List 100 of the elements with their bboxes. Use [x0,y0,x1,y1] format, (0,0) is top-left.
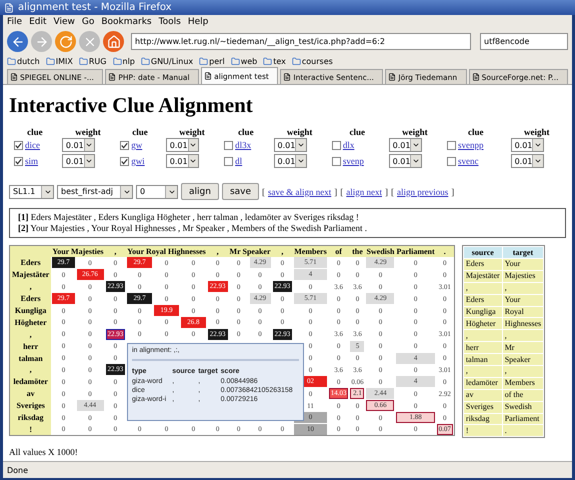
column-header: weight [178,127,206,137]
sentence: [2] Your Majesties , Your Royal Highnesses , Mr Speaker , Members of the Swedish Parliament . [18,223,368,234]
clue-link[interactable]: dl3x [235,140,252,150]
bookmark-folder[interactable]: RUG [78,56,106,66]
column-header: clue [348,127,366,137]
page-icon [108,73,116,81]
page-icon [388,73,396,81]
checkbox[interactable] [447,141,456,150]
window-title: alignment test - Mozilla Firefox [18,2,173,13]
caret-icon [188,155,198,167]
checkbox[interactable] [447,157,456,166]
checkbox[interactable] [332,141,341,150]
column-header: . [436,246,454,257]
bookmark-folder[interactable]: perl [199,56,225,66]
bookmark-folder[interactable]: web [230,56,258,66]
menu-item[interactable]: Go [82,16,94,26]
select-field[interactable]: 0.01 [166,154,199,168]
clue-link[interactable]: gw [131,140,142,150]
table-cell: , [502,330,544,342]
folder-icon [263,56,272,66]
clue-link[interactable]: dl [235,156,242,166]
clue-link[interactable]: gwi [131,156,145,166]
checkbox[interactable] [14,141,23,150]
select-field[interactable]: 0.01 [62,154,95,168]
nav-link[interactable]: save & align next [268,186,332,196]
caret-icon [410,155,421,167]
column-header: Your Royal Highnesses [126,246,207,257]
select-field[interactable]: 0.01 [274,138,306,152]
caret-icon [188,139,198,151]
menu-item[interactable]: View [54,16,75,26]
back-icon[interactable] [7,31,28,52]
folder-icon [140,56,150,66]
table-cell: Högheter [464,318,502,330]
select-field[interactable]: 0.01 [62,138,95,152]
menu-item[interactable]: File [7,16,22,26]
clue-link[interactable]: dice [25,140,40,150]
select-field[interactable]: SL1.1 [9,184,54,198]
action-button[interactable]: save [222,183,260,200]
select-field[interactable]: 0.01 [166,138,199,152]
action-button[interactable]: align [181,183,219,200]
bracket: ] [451,186,454,196]
column-header: weight [401,127,429,137]
bookmark-folder[interactable]: nlp [112,56,135,66]
menu-item[interactable]: Bookmarks [101,16,152,26]
bookmark-folder[interactable]: dutch [7,56,40,66]
clue-link[interactable]: svenpp [458,140,484,150]
caret-icon [165,186,177,198]
table-cell: herr [464,342,502,354]
caret-icon [410,139,421,151]
page-icon [283,73,292,81]
select-field[interactable]: 0.01 [510,154,544,168]
column-header: , [272,246,294,257]
menu-item[interactable]: Edit [29,16,46,26]
column-header: clue [131,127,149,137]
select-field[interactable]: 0.01 [388,138,422,152]
table-cell: . [502,425,544,436]
page-icon [472,73,480,81]
table-cell: , [502,366,544,377]
bookmark-folder[interactable]: tex [263,56,286,66]
reload-icon[interactable] [55,31,76,52]
row-header: ledamöter [10,376,52,388]
column-header: Parliament [395,246,436,257]
folder-icon [112,56,122,66]
checkbox[interactable] [332,157,341,166]
menu-item[interactable]: Help [188,16,208,26]
table-cell: Eders [464,294,502,306]
bookmark-folder[interactable]: GNU/Linux [140,56,194,66]
select-field[interactable]: 0.01 [274,154,306,168]
clue-link[interactable]: dlx [342,140,354,150]
bookmark-folder[interactable]: courses [292,56,333,66]
search-field[interactable]: utf8encode [480,33,568,50]
clue-link[interactable]: svenp [342,156,364,166]
column-header: , [206,246,229,257]
footnote: All values X 1000! [9,447,79,458]
checkbox[interactable] [14,157,23,166]
nav-link[interactable]: align next [346,186,382,196]
row-header: talman [10,352,52,364]
table-cell: Parliament [502,414,544,424]
column-header: weight [74,127,102,137]
clue-link[interactable]: svenc [458,156,478,166]
select-field[interactable]: 0.01 [388,154,422,168]
page-icon [204,72,212,80]
checkbox[interactable] [120,141,130,150]
clue-link[interactable]: sim [25,156,38,166]
select-field[interactable]: 0 [136,184,178,198]
column-header: clue [26,127,44,137]
bookmark-folder[interactable]: IMIX [46,56,73,66]
nav-link[interactable]: align previous [397,186,448,196]
checkbox[interactable] [224,157,234,166]
select-field[interactable]: best_first-adj [57,184,133,198]
row-header: Majestäter [10,268,52,281]
address-field[interactable]: http://www.let.rug.nl/~tiedeman/__align_test/ica.php?add=6:2 [131,33,471,50]
column-header: of [328,246,350,257]
checkbox[interactable] [224,141,234,150]
row-header: Eders [10,292,52,305]
menu-item[interactable]: Tools [158,16,181,26]
checkbox[interactable] [120,157,130,166]
table-cell: Mr [502,342,544,354]
home-icon[interactable] [103,31,124,52]
select-field[interactable]: 0.01 [510,138,544,152]
